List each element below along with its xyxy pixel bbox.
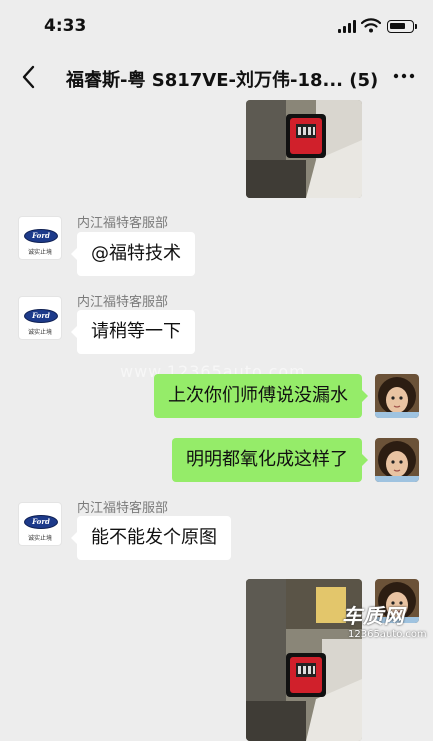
user-avatar[interactable] <box>375 374 419 418</box>
site-logo-cn: 车质网 <box>342 604 405 628</box>
more-options-icon[interactable] <box>392 66 416 86</box>
site-logo-en: 12365auto.com <box>348 629 427 640</box>
connector-photo-icon <box>246 100 362 198</box>
ford-avatar[interactable]: Ford 诚实止境 <box>18 296 62 340</box>
site-logo: 车质网 12365auto.com <box>342 600 432 641</box>
message-bubble-incoming[interactable]: 请稍等一下 <box>71 310 195 354</box>
sender-name: 内江福特客服部 <box>77 216 169 231</box>
status-time: 4:33 <box>44 16 87 36</box>
chat-title: 福睿斯-粤 S817VE-刘万伟-18... (5) <box>66 70 379 91</box>
message-bubble-outgoing[interactable]: 明明都氧化成这样了 <box>172 438 368 482</box>
ford-logo-text: Ford <box>32 311 50 320</box>
child-photo-icon <box>375 374 419 418</box>
ford-avatar-subtext: 诚实止境 <box>27 249 52 256</box>
chat-header: 福睿斯-粤 S817VE-刘万伟-18... (5) <box>0 56 433 100</box>
message-bubble-incoming[interactable]: 能不能发个原图 <box>71 516 231 560</box>
ford-avatar[interactable]: Ford 诚实止境 <box>18 216 62 260</box>
sender-name: 内江福特客服部 <box>77 295 169 310</box>
ford-logo-text: Ford <box>32 231 50 240</box>
sender-name: 内江福特客服部 <box>77 501 169 516</box>
ford-avatar-subtext: 诚实止境 <box>27 329 52 336</box>
status-bar: 4:33 <box>0 0 433 56</box>
child-photo-icon <box>375 438 419 482</box>
ford-logo-text: Ford <box>32 517 50 526</box>
message-bubble-incoming[interactable]: @福特技术 <box>71 232 195 276</box>
chat-area[interactable]: Ford 诚实止境 内江福特客服部 @福特技术 Ford 诚实止境 内江福特客服… <box>0 100 433 741</box>
message-bubble-outgoing[interactable]: 上次你们师傅说没漏水 <box>154 374 368 418</box>
back-chevron-icon[interactable] <box>18 64 40 90</box>
battery-icon <box>387 20 417 33</box>
ford-avatar[interactable]: Ford 诚实止境 <box>18 502 62 546</box>
ford-avatar-subtext: 诚实止境 <box>27 535 52 542</box>
photo-message-connector[interactable] <box>246 100 362 198</box>
signal-icon <box>338 20 356 33</box>
wifi-icon <box>361 18 381 33</box>
user-avatar[interactable] <box>375 438 419 482</box>
